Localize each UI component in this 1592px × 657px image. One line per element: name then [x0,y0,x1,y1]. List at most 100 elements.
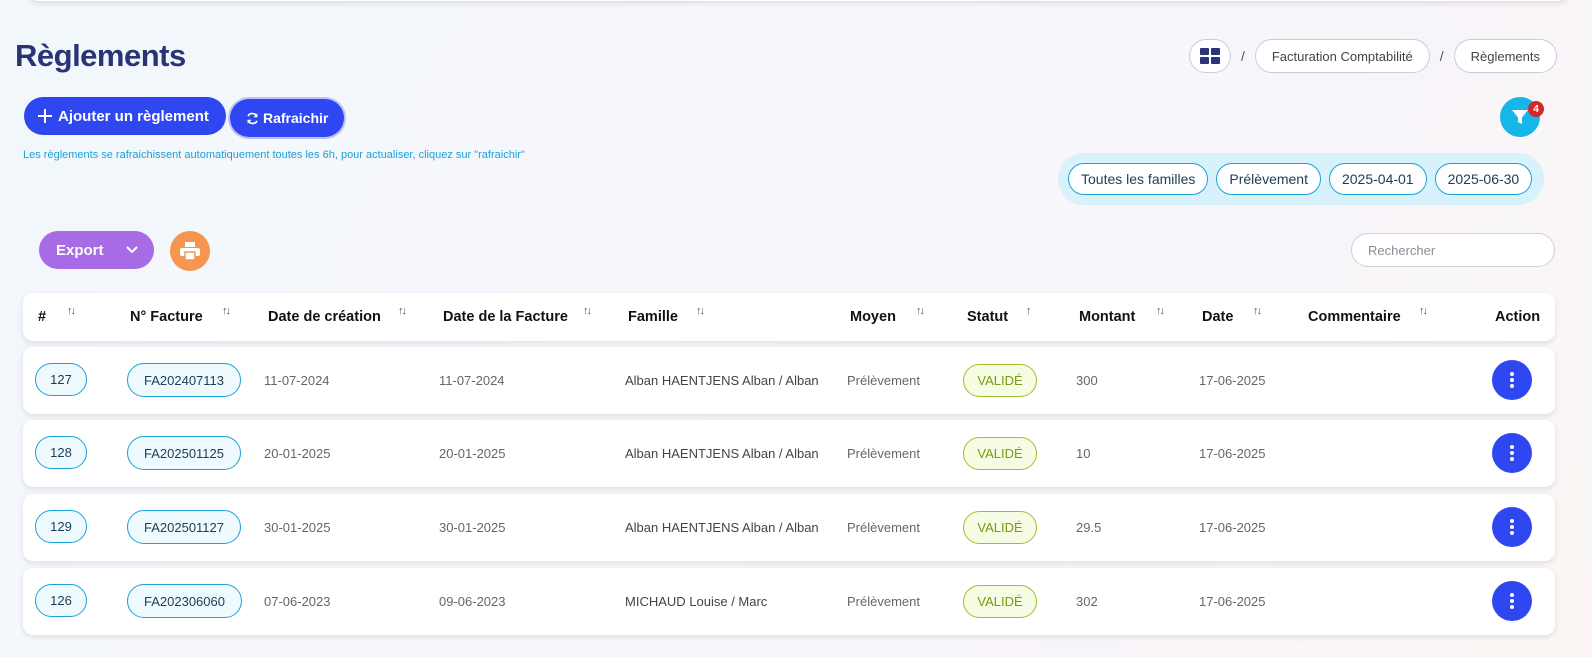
row-date: 17-06-2025 [1199,594,1266,609]
column-header-comment[interactable]: Commentaire [1308,293,1401,341]
sort-icon[interactable]: ↑↓ [1156,305,1165,317]
add-reglement-button[interactable]: Ajouter un règlement [24,97,226,135]
row-method: Prélèvement [847,373,920,388]
row-amount: 10 [1076,446,1091,461]
row-invoice-number[interactable]: FA202501127 [127,510,241,544]
row-family: Alban HAENTJENS Alban / Alban [625,520,819,535]
print-button[interactable] [170,231,210,271]
refresh-icon [247,112,258,124]
sort-icon[interactable]: ↑↓ [67,305,76,317]
row-family: Alban HAENTJENS Alban / Alban [625,373,819,388]
printer-icon [180,242,200,260]
refresh-label: Rafraichir [263,110,329,126]
row-invoice-date: 09-06-2023 [439,594,506,609]
sort-asc-icon[interactable]: ↑ [1026,305,1032,317]
column-header-action: Action [1495,309,1541,325]
filter-count-badge: 4 [1528,101,1544,117]
column-header-invoice-date[interactable]: Date de la Facture [443,293,568,341]
row-actions-button[interactable] [1492,507,1532,547]
table-row: 128 FA202501125 20-01-2025 20-01-2025 Al… [23,420,1555,487]
table-row: 127 FA202407113 11-07-2024 11-07-2024 Al… [23,347,1555,414]
filter-chip-moyen[interactable]: Prélèvement [1216,163,1321,195]
sort-icon[interactable]: ↑↓ [916,305,925,317]
status-badge: VALIDÉ [963,511,1037,544]
row-method: Prélèvement [847,520,920,535]
breadcrumb-home[interactable] [1188,39,1231,73]
row-amount: 29.5 [1076,520,1102,535]
row-created-date: 11-07-2024 [264,373,330,388]
row-id[interactable]: 127 [35,363,87,396]
row-date: 17-06-2025 [1199,446,1266,461]
filter-chip-famille[interactable]: Toutes les familles [1068,163,1209,195]
breadcrumb-separator: / [1439,48,1444,64]
row-amount: 302 [1076,594,1098,609]
more-vertical-icon [1510,445,1514,461]
row-method: Prélèvement [847,594,920,609]
column-header-date[interactable]: Date [1202,293,1233,341]
page-title: Règlements [15,38,186,73]
row-family: Alban HAENTJENS Alban / Alban [625,446,819,461]
row-created-date: 30-01-2025 [264,520,331,535]
auto-refresh-hint: Les règlements se rafraichissent automat… [23,149,525,161]
table-header: # ↑↓ N° Facture ↑↓ Date de création ↑↓ D… [23,293,1555,341]
sort-icon[interactable]: ↑↓ [696,305,705,317]
row-date: 17-06-2025 [1199,373,1266,388]
row-amount: 300 [1076,373,1098,388]
row-id[interactable]: 126 [35,584,87,617]
row-invoice-date: 20-01-2025 [439,446,506,461]
status-badge: VALIDÉ [963,585,1037,618]
sort-icon[interactable]: ↑↓ [1419,305,1428,317]
breadcrumb-item-facturation[interactable]: Facturation Comptabilité [1254,39,1430,73]
row-id[interactable]: 128 [35,436,87,469]
row-invoice-date: 30-01-2025 [439,520,506,535]
add-reglement-label: Ajouter un règlement [58,107,209,125]
sort-icon[interactable]: ↑↓ [1253,305,1262,317]
more-vertical-icon [1510,593,1514,609]
breadcrumb: / Facturation Comptabilité / Règlements [1188,39,1557,73]
more-vertical-icon [1510,372,1514,388]
breadcrumb-separator: / [1240,48,1245,64]
refresh-button[interactable]: Rafraichir [230,99,345,137]
chevron-down-icon [125,246,138,254]
column-header-invoice[interactable]: N° Facture [130,293,203,341]
column-header-status[interactable]: Statut [967,293,1008,341]
sort-icon[interactable]: ↑↓ [398,305,407,317]
top-navbar [28,0,1568,1]
row-family: MICHAUD Louise / Marc [625,594,768,609]
more-vertical-icon [1510,519,1514,535]
row-actions-button[interactable] [1492,433,1532,473]
row-invoice-number[interactable]: FA202306060 [127,584,242,618]
export-label: Export [56,241,104,259]
active-filters: Toutes les familles Prélèvement 2025-04-… [1058,153,1544,205]
table-row: 126 FA202306060 07-06-2023 09-06-2023 MI… [23,568,1555,635]
filter-chip-date-end[interactable]: 2025-06-30 [1434,163,1533,195]
export-dropdown-button[interactable]: Export [39,231,154,269]
row-actions-button[interactable] [1492,360,1532,400]
row-date: 17-06-2025 [1199,520,1266,535]
search-input[interactable] [1351,233,1555,267]
table-row: 129 FA202501127 30-01-2025 30-01-2025 Al… [23,494,1555,561]
column-header-id[interactable]: # [38,293,46,341]
sort-icon[interactable]: ↑↓ [583,305,592,317]
sort-icon[interactable]: ↑↓ [222,305,231,317]
row-created-date: 20-01-2025 [264,446,331,461]
column-header-family[interactable]: Famille [628,293,678,341]
plus-icon [38,109,52,123]
filter-chip-date-start[interactable]: 2025-04-01 [1328,163,1427,195]
row-created-date: 07-06-2023 [264,594,331,609]
funnel-icon [1512,110,1528,124]
row-invoice-date: 11-07-2024 [439,373,505,388]
dashboard-grid-icon [1199,48,1220,64]
column-header-created[interactable]: Date de création [268,293,381,341]
status-badge: VALIDÉ [963,364,1037,397]
row-method: Prélèvement [847,446,920,461]
row-invoice-number[interactable]: FA202501125 [127,436,241,470]
column-header-amount[interactable]: Montant [1079,293,1135,341]
status-badge: VALIDÉ [963,437,1037,470]
row-actions-button[interactable] [1492,581,1532,621]
row-id[interactable]: 129 [35,510,87,543]
filter-button[interactable]: 4 [1500,97,1544,137]
breadcrumb-item-reglements[interactable]: Règlements [1453,39,1557,73]
row-invoice-number[interactable]: FA202407113 [127,363,241,397]
column-header-method[interactable]: Moyen [850,293,896,341]
